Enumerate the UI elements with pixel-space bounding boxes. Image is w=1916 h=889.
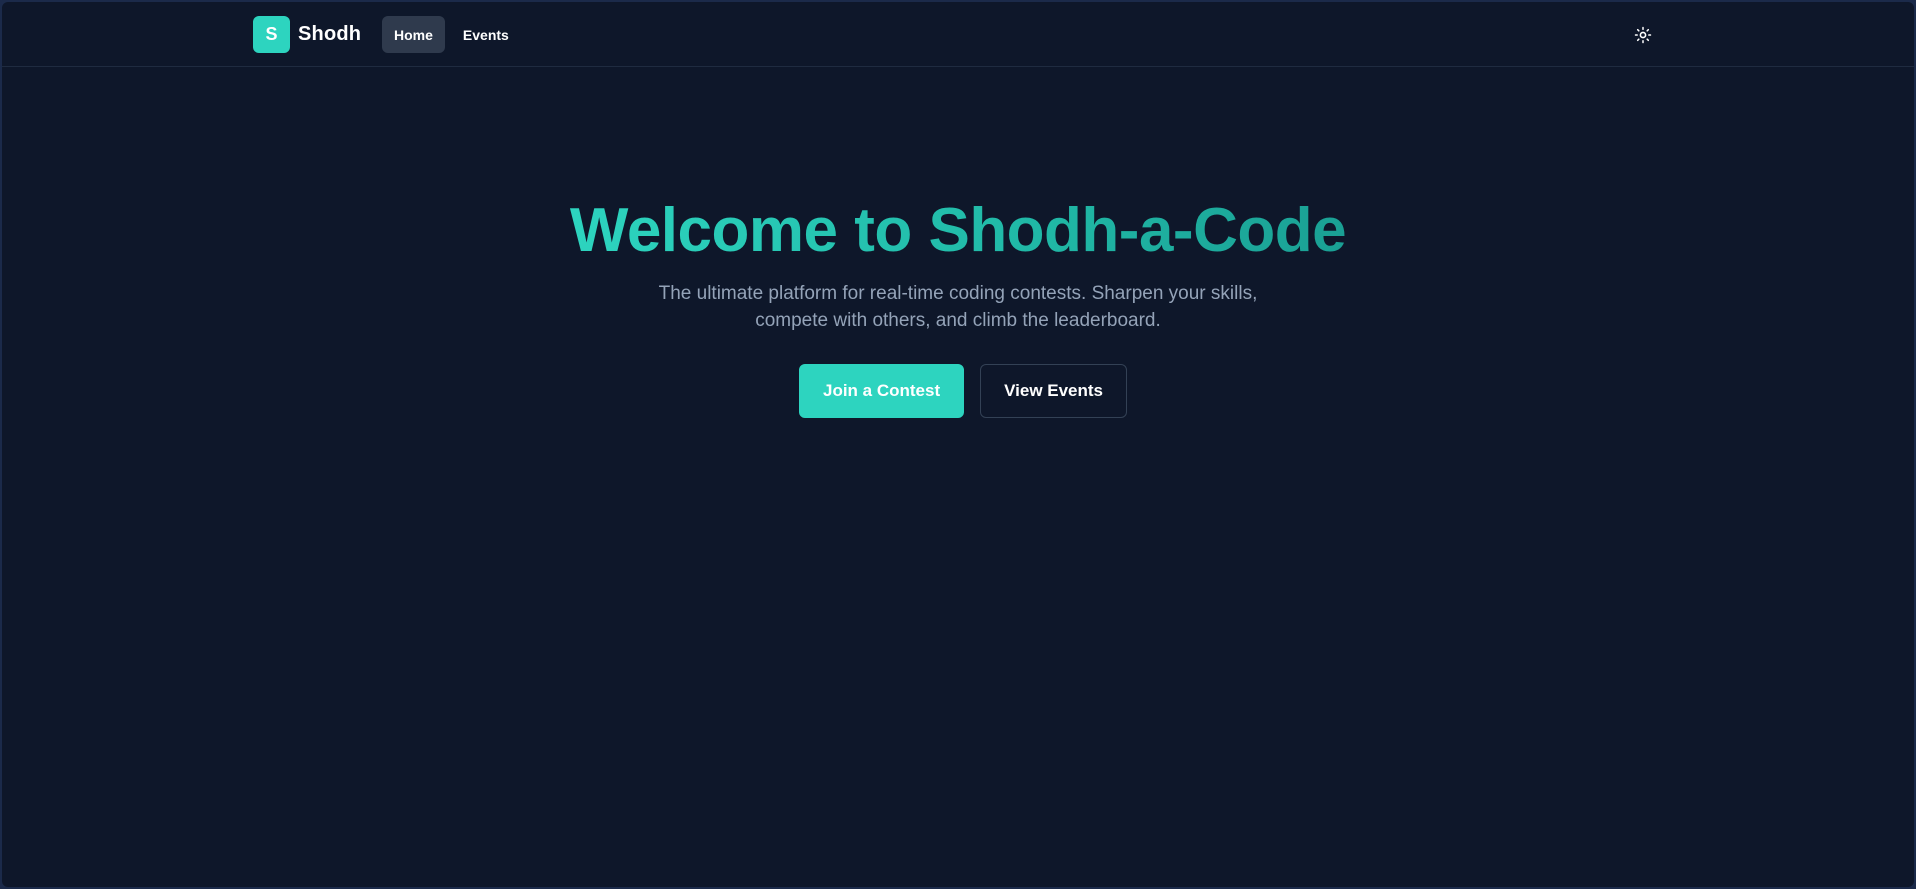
brand-logo: S bbox=[253, 16, 290, 53]
hero-section: Welcome to Shodh-a-Code The ultimate pla… bbox=[2, 192, 1914, 418]
hero-title: Welcome to Shodh-a-Code bbox=[2, 192, 1914, 270]
hero-subtitle: The ultimate platform for real-time codi… bbox=[658, 283, 1258, 331]
view-events-button[interactable]: View Events bbox=[980, 364, 1128, 418]
hero-title-text: Welcome to Shodh-a-Code bbox=[569, 196, 1347, 265]
theme-toggle-button[interactable] bbox=[1628, 20, 1658, 50]
nav-item-events[interactable]: Events bbox=[451, 16, 521, 53]
join-contest-button[interactable]: Join a Contest bbox=[798, 364, 965, 418]
main-nav: Home Events bbox=[382, 16, 521, 53]
top-navbar: S Shodh Home Events bbox=[2, 2, 1914, 67]
brand-name: Shodh bbox=[298, 23, 362, 45]
brand-link[interactable]: S Shodh bbox=[253, 16, 361, 53]
sun-icon bbox=[1634, 26, 1652, 44]
hero-actions: Join a Contest View Events bbox=[2, 364, 1914, 418]
app-window: S Shodh Home Events Welcome to Shodh-a-C… bbox=[2, 2, 1914, 887]
nav-item-home[interactable]: Home bbox=[382, 16, 445, 53]
